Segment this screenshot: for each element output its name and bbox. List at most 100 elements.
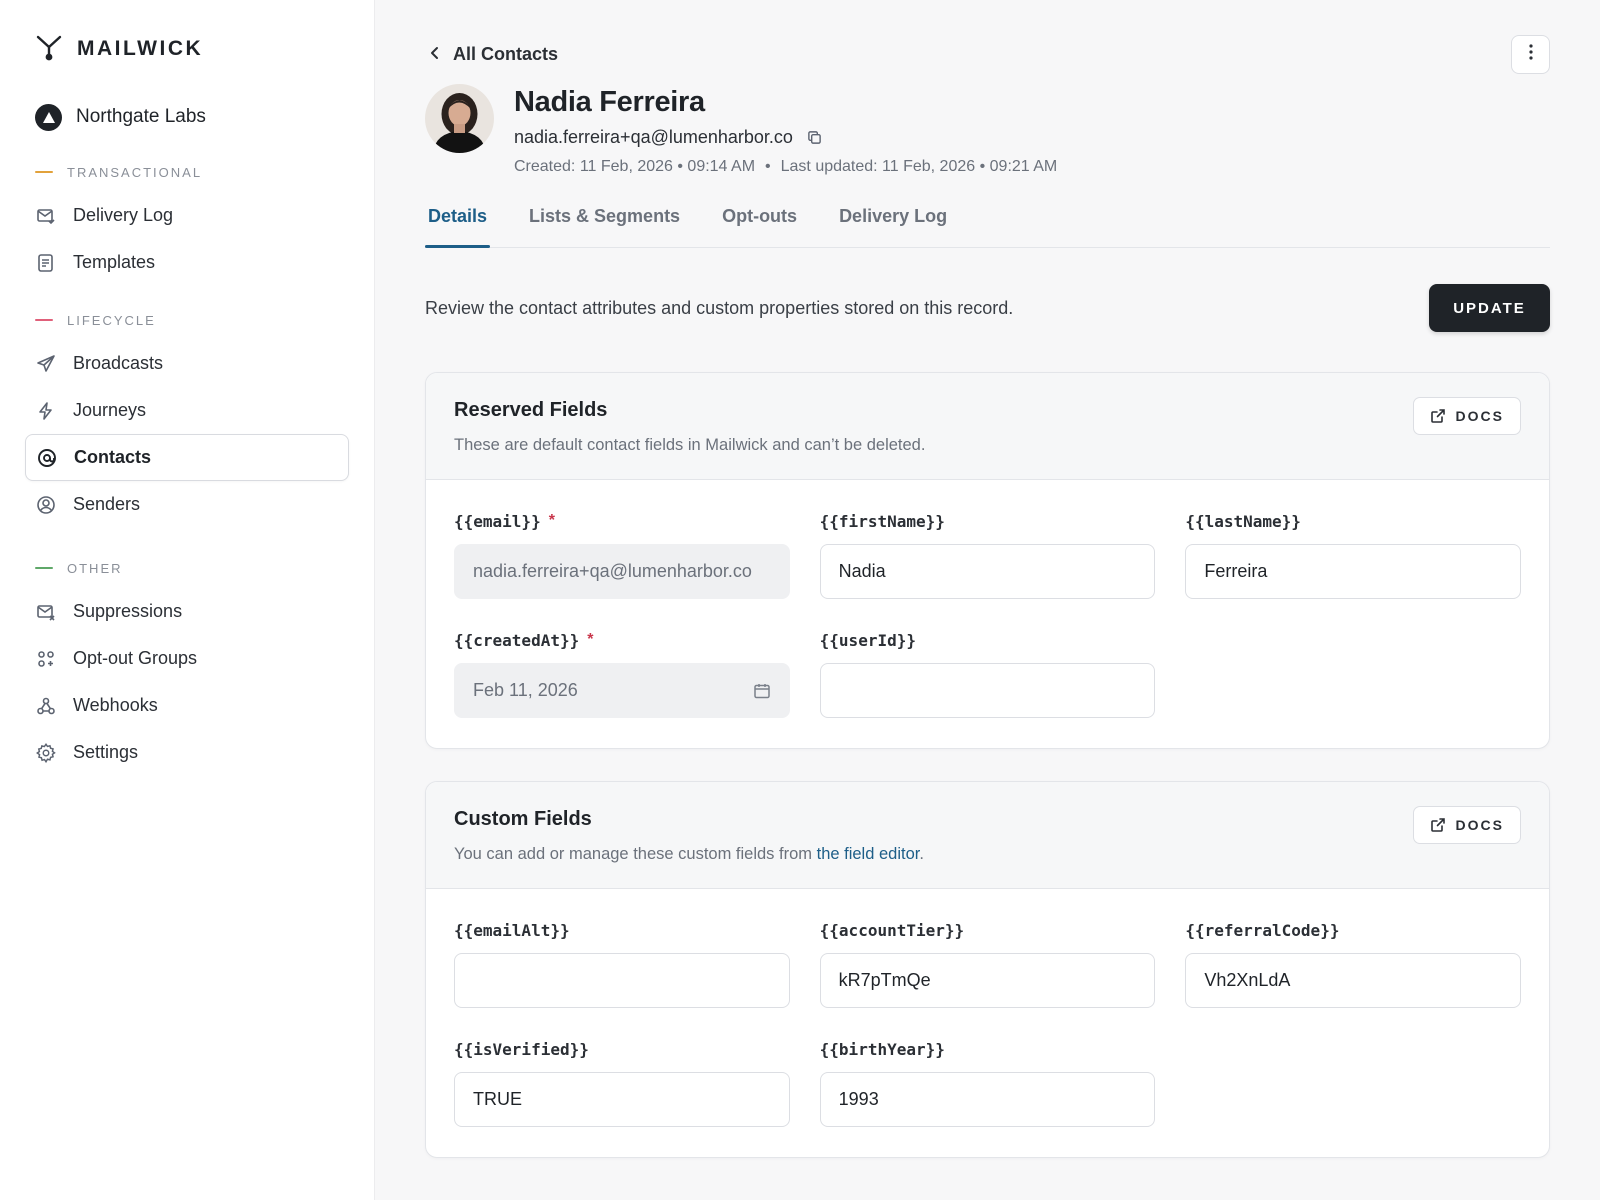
docs-button[interactable]: DOCS (1412, 806, 1521, 844)
section-dash (35, 567, 53, 569)
subtitle-suffix: . (919, 845, 924, 863)
send-icon (35, 353, 57, 375)
sidebar: MAILWICK Northgate Labs TRANSACTIONAL De… (0, 0, 375, 1200)
subtitle-text: You can add or manage these custom field… (454, 845, 817, 863)
sidebar-item-label: Suppressions (73, 601, 183, 621)
required-marker: * (587, 631, 594, 648)
field-value: nadia.ferreira+qa@lumenharbor.co (473, 561, 752, 581)
sidebar-item-delivery-log[interactable]: Delivery Log (25, 192, 349, 239)
field-created-at: {{createdAt}} * Feb 11, 2026 (454, 629, 790, 718)
email-alt-input[interactable] (454, 953, 790, 1008)
is-verified-input[interactable]: TRUE (454, 1072, 790, 1127)
sidebar-item-templates[interactable]: Templates (25, 239, 349, 286)
external-link-icon (1430, 817, 1446, 833)
referral-code-input[interactable]: Vh2XnLdA (1185, 953, 1521, 1008)
calendar-icon[interactable] (753, 682, 771, 700)
tab-lists-segments[interactable]: Lists & Segments (526, 198, 683, 247)
tab-details[interactable]: Details (425, 198, 491, 248)
avatar (425, 84, 494, 153)
field-is-verified: {{isVerified}} TRUE (454, 1038, 790, 1127)
custom-fields-card: Custom Fields You can add or manage thes… (425, 781, 1550, 1158)
sidebar-item-label: Broadcasts (73, 353, 164, 373)
sidebar-item-broadcasts[interactable]: Broadcasts (25, 340, 349, 387)
field-value: Nadia (838, 561, 886, 581)
created-at-date-input[interactable]: Feb 11, 2026 (454, 663, 790, 718)
mail-block-icon (35, 601, 57, 623)
tab-opt-outs[interactable]: Opt-outs (719, 198, 800, 247)
first-name-input[interactable]: Nadia (819, 544, 1156, 599)
docs-label: DOCS (1455, 408, 1504, 424)
sidebar-item-senders[interactable]: Senders (25, 481, 349, 528)
nav-section-lifecycle: LIFECYCLE Broadcasts Journeys Contacts S… (25, 310, 349, 528)
nav-section-other: OTHER Suppressions Opt-out Groups Webhoo… (25, 558, 349, 776)
field-label: {{userId}} (819, 630, 916, 650)
brand[interactable]: MAILWICK (25, 34, 349, 64)
field-value: Ferreira (1204, 561, 1268, 581)
field-editor-link[interactable]: the field editor (817, 845, 920, 863)
docs-label: DOCS (1455, 817, 1504, 833)
contact-tabs: Details Lists & Segments Opt-outs Delive… (425, 198, 1550, 248)
sidebar-item-settings[interactable]: Settings (25, 729, 349, 776)
org-switcher[interactable]: Northgate Labs (25, 102, 349, 132)
field-label: {{lastName}} (1185, 511, 1301, 531)
external-link-icon (1430, 408, 1446, 424)
copy-icon[interactable] (807, 130, 822, 145)
updated-timestamp: Last updated: 11 Feb, 2026 • 09:21 AM (780, 158, 1058, 175)
reserved-fields-card: Reserved Fields These are default contac… (425, 372, 1550, 749)
field-user-id: {{userId}} (819, 629, 1156, 718)
birth-year-input[interactable]: 1993 (819, 1072, 1156, 1127)
section-dash (35, 319, 53, 321)
email-field[interactable]: nadia.ferreira+qa@lumenharbor.co (454, 544, 790, 599)
user-circle-icon (35, 494, 57, 516)
created-timestamp: Created: 11 Feb, 2026 • 09:14 AM (514, 158, 756, 175)
groups-icon (35, 648, 57, 670)
contact-header: Nadia Ferreira nadia.ferreira+qa@lumenha… (425, 84, 1550, 176)
account-tier-input[interactable]: kR7pTmQe (819, 953, 1156, 1008)
meta-separator: • (765, 158, 771, 175)
more-options-button[interactable] (1511, 34, 1550, 74)
user-id-input[interactable] (819, 663, 1156, 718)
field-email: {{email}} * nadia.ferreira+qa@lumenharbor… (454, 510, 790, 599)
brand-name: MAILWICK (77, 37, 204, 60)
sidebar-item-label: Webhooks (73, 695, 158, 715)
sidebar-item-label: Delivery Log (73, 205, 174, 225)
field-label: {{emailAlt}} (454, 920, 570, 940)
field-label: {{createdAt}} (454, 630, 580, 650)
docs-button[interactable]: DOCS (1412, 397, 1521, 435)
sidebar-item-label: Contacts (74, 447, 152, 467)
sidebar-item-label: Settings (73, 742, 139, 762)
nav-section-transactional: TRANSACTIONAL Delivery Log Templates (25, 162, 349, 286)
field-label: {{referralCode}} (1185, 920, 1340, 940)
card-subtitle: You can add or manage these custom field… (454, 845, 924, 864)
field-label: {{firstName}} (819, 511, 945, 531)
required-marker: * (548, 512, 555, 529)
webhook-icon (35, 695, 57, 717)
back-link[interactable]: All Contacts (425, 44, 558, 65)
field-value: 1993 (838, 1089, 879, 1109)
sidebar-item-opt-out-groups[interactable]: Opt-out Groups (25, 635, 349, 682)
sidebar-item-journeys[interactable]: Journeys (25, 387, 349, 434)
back-link-label: All Contacts (453, 43, 559, 64)
tab-delivery-log[interactable]: Delivery Log (836, 198, 950, 247)
sidebar-item-contacts[interactable]: Contacts (25, 434, 349, 481)
field-value: kR7pTmQe (838, 970, 931, 990)
field-email-alt: {{emailAlt}} (454, 919, 790, 1008)
sidebar-item-label: Journeys (73, 400, 147, 420)
template-icon (35, 252, 57, 274)
field-last-name: {{lastName}} Ferreira (1185, 510, 1521, 599)
sidebar-item-label: Senders (73, 494, 141, 514)
sidebar-item-suppressions[interactable]: Suppressions (25, 588, 349, 635)
field-label: {{accountTier}} (819, 920, 965, 940)
card-title: Custom Fields (454, 808, 592, 830)
contact-meta: Created: 11 Feb, 2026 • 09:14 AM • Last … (514, 158, 1057, 176)
last-name-input[interactable]: Ferreira (1185, 544, 1521, 599)
field-referral-code: {{referralCode}} Vh2XnLdA (1185, 919, 1521, 1008)
sidebar-item-label: Templates (73, 252, 156, 272)
brand-logo-icon (35, 33, 63, 66)
sidebar-item-webhooks[interactable]: Webhooks (25, 682, 349, 729)
section-label: TRANSACTIONAL (67, 164, 203, 180)
update-button[interactable]: UPDATE (1429, 284, 1550, 332)
sidebar-item-label: Opt-out Groups (73, 648, 198, 668)
field-label: {{birthYear}} (819, 1039, 945, 1059)
field-birth-year: {{birthYear}} 1993 (819, 1038, 1156, 1127)
